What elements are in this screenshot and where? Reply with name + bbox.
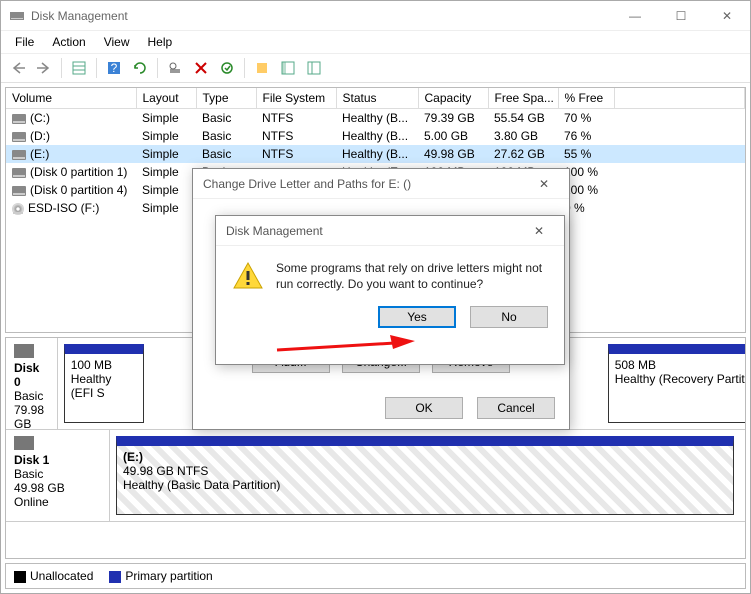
- drive-icon: [12, 203, 24, 215]
- minimize-button[interactable]: —: [612, 1, 658, 31]
- close-icon[interactable]: ✕: [524, 224, 554, 238]
- col-capacity[interactable]: Capacity: [418, 88, 488, 109]
- disk-icon: [14, 344, 34, 358]
- col-status[interactable]: Status: [336, 88, 418, 109]
- close-icon[interactable]: ✕: [529, 177, 559, 191]
- menubar: File Action View Help: [1, 31, 750, 53]
- volume-row[interactable]: (D:)SimpleBasicNTFSHealthy (B...5.00 GB3…: [6, 127, 745, 145]
- legend-primary-swatch: [109, 571, 121, 583]
- volume-row[interactable]: (C:)SimpleBasicNTFSHealthy (B...79.39 GB…: [6, 109, 745, 128]
- delete-icon[interactable]: [190, 57, 212, 79]
- new-icon[interactable]: [251, 57, 273, 79]
- col-pctfree[interactable]: % Free: [558, 88, 614, 109]
- drive-icon: [12, 168, 26, 178]
- col-layout[interactable]: Layout: [136, 88, 196, 109]
- warning-icon: [232, 260, 264, 292]
- menu-action[interactable]: Action: [44, 33, 93, 51]
- action-icon[interactable]: [216, 57, 238, 79]
- disk-row: Disk 1Basic49.98 GBOnline(E:)49.98 GB NT…: [6, 430, 745, 522]
- back-icon[interactable]: [7, 57, 29, 79]
- dialog-titlebar[interactable]: Change Drive Letter and Paths for E: () …: [193, 169, 569, 199]
- partition[interactable]: 100 MBHealthy (EFI S: [64, 344, 144, 423]
- disk-label: Disk 0Basic79.98 GBOnline: [6, 338, 58, 429]
- yes-button[interactable]: Yes: [378, 306, 456, 328]
- list-icon[interactable]: [303, 57, 325, 79]
- dialog-title: Disk Management: [226, 224, 323, 238]
- disk-icon: [14, 436, 34, 450]
- col-fs[interactable]: File System: [256, 88, 336, 109]
- legend-primary: Primary partition: [125, 569, 212, 583]
- disk-label: Disk 1Basic49.98 GBOnline: [6, 430, 110, 521]
- col-free[interactable]: Free Spa...: [488, 88, 558, 109]
- confirm-message: Some programs that rely on drive letters…: [276, 260, 548, 292]
- close-button[interactable]: ✕: [704, 1, 750, 31]
- inspect-icon[interactable]: [164, 57, 186, 79]
- svg-text:?: ?: [111, 61, 118, 75]
- volume-row[interactable]: (E:)SimpleBasicNTFSHealthy (B...49.98 GB…: [6, 145, 745, 163]
- maximize-button[interactable]: ☐: [658, 1, 704, 31]
- column-headers[interactable]: Volume Layout Type File System Status Ca…: [6, 88, 745, 109]
- toolbar: ?: [1, 53, 750, 83]
- refresh-icon[interactable]: [129, 57, 151, 79]
- cancel-button[interactable]: Cancel: [477, 397, 555, 419]
- app-icon: [9, 8, 25, 24]
- confirm-dialog: Disk Management ✕ Some programs that rel…: [215, 215, 565, 365]
- partition[interactable]: 508 MBHealthy (Recovery Partition): [608, 344, 746, 423]
- drive-icon: [12, 132, 26, 142]
- legend-unallocated: Unallocated: [30, 569, 93, 583]
- menu-help[interactable]: Help: [140, 33, 181, 51]
- legend: Unallocated Primary partition: [5, 563, 746, 589]
- table-icon[interactable]: [68, 57, 90, 79]
- window-title: Disk Management: [31, 9, 612, 23]
- legend-unallocated-swatch: [14, 571, 26, 583]
- menu-file[interactable]: File: [7, 33, 42, 51]
- titlebar[interactable]: Disk Management — ☐ ✕: [1, 1, 750, 31]
- drive-icon: [12, 150, 26, 160]
- panel-icon[interactable]: [277, 57, 299, 79]
- menu-view[interactable]: View: [96, 33, 138, 51]
- help-icon[interactable]: ?: [103, 57, 125, 79]
- drive-icon: [12, 186, 26, 196]
- no-button[interactable]: No: [470, 306, 548, 328]
- col-type[interactable]: Type: [196, 88, 256, 109]
- col-volume[interactable]: Volume: [6, 88, 136, 109]
- dialog-title: Change Drive Letter and Paths for E: (): [203, 177, 411, 191]
- ok-button[interactable]: OK: [385, 397, 463, 419]
- dialog-titlebar[interactable]: Disk Management ✕: [216, 216, 564, 246]
- partition[interactable]: (E:)49.98 GB NTFSHealthy (Basic Data Par…: [116, 436, 734, 515]
- drive-icon: [12, 114, 26, 124]
- forward-icon[interactable]: [33, 57, 55, 79]
